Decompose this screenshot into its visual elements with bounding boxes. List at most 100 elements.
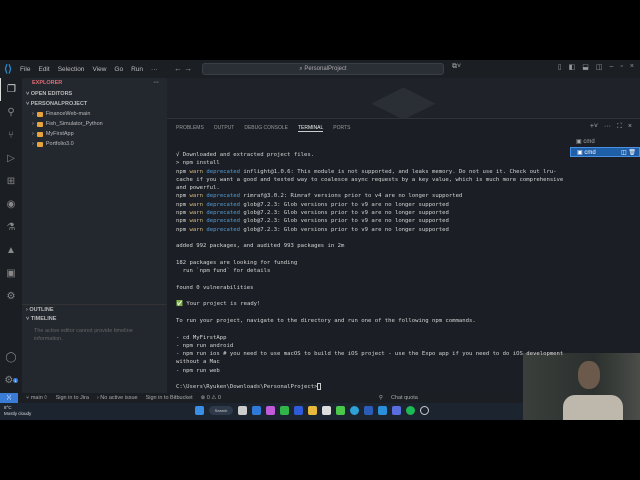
tab-debug-console[interactable]: DEBUG CONSOLE [244,125,288,131]
app-icon[interactable] [322,406,331,415]
deprecated: deprecated [206,201,241,208]
issue-item[interactable]: › No active issue [97,395,138,401]
weather-widget[interactable]: 8°C Mostly cloudy [4,405,31,417]
account-icon[interactable]: ◯ [0,346,22,369]
app-icon[interactable] [280,406,289,415]
issue-label: No active issue [100,395,138,401]
menu-edit[interactable]: Edit [34,66,53,73]
deploy-icon[interactable]: ▲ [0,239,22,262]
minimize-icon[interactable]: – [610,63,614,71]
timeline-label: TIMELINE [30,316,57,322]
explorer-icon[interactable]: ❐ [0,78,22,101]
word-icon[interactable] [364,406,373,415]
npm: npm [176,218,190,225]
taskbar-search[interactable]: Search [209,406,233,415]
spotify-icon[interactable] [406,406,415,415]
term-line: 182 packages are looking for funding [176,259,298,266]
warn-text: rimraf@3.0.2: Rimraf versions prior to v… [240,193,463,200]
toggle-panel-icon[interactable]: ⬓ [582,63,589,71]
problems-item[interactable]: ⊗ 0 ⚠ 0 [201,395,221,401]
deprecated: deprecated [206,226,241,233]
warn: warn [189,168,203,175]
deprecated: deprecated [206,218,241,225]
menu-go[interactable]: Go [110,66,127,73]
chat-quota-item[interactable]: Chat quota [391,395,418,401]
copilot-icon[interactable]: ⧉˅ [452,63,461,71]
project-section[interactable]: ˅ PERSONALPROJECT [22,99,167,109]
terminal-output[interactable]: √ Downloaded and extracted project files… [176,151,568,392]
testing-icon[interactable]: ⚗ [0,216,22,239]
copilot-app-icon[interactable] [266,406,275,415]
menu-selection[interactable]: Selection [54,66,89,73]
activity-bar: ❐ ⚲ ⑂ ▷ ⊞ ◉ ⚗ ▲ ▣ ⚙ ◯ ⚙ 1 [0,78,22,393]
extensions-icon[interactable]: ⊞ [0,170,22,193]
layout-icon[interactable]: ▯ [558,63,562,71]
outline-section[interactable]: › OUTLINE [22,304,167,314]
maximize-panel-icon[interactable]: ⛶ [617,123,622,131]
warn: warn [189,210,203,217]
command-center-search[interactable]: ⌕ PersonalProject [202,63,444,75]
settings-gear-icon[interactable]: ⚙ 1 [0,369,22,392]
extension-icon[interactable]: ⚙ [0,285,22,308]
search-icon[interactable]: ⚲ [0,101,22,124]
windows-start-icon[interactable] [195,406,204,415]
deprecated: deprecated [206,193,241,200]
branch-item[interactable]: ⑂ main ⟳ [26,395,48,401]
jira-item[interactable]: Sign in to Jira [56,395,89,401]
toggle-sidebar-icon[interactable]: ◧ [569,63,576,71]
app-icon[interactable] [336,406,345,415]
tab-problems[interactable]: PROBLEMS [176,125,204,131]
toggle-secondary-icon[interactable]: ◫ [596,63,603,71]
terminal-tab-selected[interactable]: ▣ cmd ◫ 🗑 [570,147,640,157]
remote-icon[interactable]: ⟩⟨ [0,393,18,403]
deprecated: deprecated [206,168,241,175]
menu-run[interactable]: Run [127,66,147,73]
folder-item[interactable]: › FinanceWeb-main [22,109,167,119]
menu-view[interactable]: View [88,66,110,73]
more-actions-icon[interactable]: ··· [154,78,160,89]
vscode-taskbar-icon[interactable] [378,406,387,415]
open-editors-section[interactable]: ˅ OPEN EDITORS [22,89,167,99]
term-line: ✅ Your project is ready! [176,301,261,308]
source-control-icon[interactable]: ⑂ [0,124,22,147]
person-face [578,361,600,389]
tab-terminal[interactable]: TERMINAL [297,125,324,132]
close-panel-icon[interactable]: × [628,123,632,131]
zoom-icon[interactable]: ⚲ [379,395,383,401]
nav-arrows[interactable]: ← → [174,64,192,73]
folder-item[interactable]: › Fish_Simulator_Python [22,119,167,129]
terminal-tab[interactable]: ▣ cmd [570,137,640,147]
app-icon[interactable] [392,406,401,415]
close-icon[interactable]: × [630,63,634,71]
bitbucket-item[interactable]: Sign in to Bitbucket [146,395,193,401]
warn-line: npm warn deprecated glob@7.2.3: Glob ver… [176,201,568,209]
npm: npm [176,193,190,200]
timeline-section[interactable]: ˅ TIMELINE [22,314,167,324]
tab-output[interactable]: OUTPUT [214,125,235,131]
deprecated: deprecated [206,210,241,217]
editor-area: ◀▶ [167,78,640,123]
edge-icon[interactable] [350,406,359,415]
github-icon[interactable] [420,406,429,415]
task-view-icon[interactable] [238,406,247,415]
open-editors-label: OPEN EDITORS [30,91,73,97]
new-terminal-icon[interactable]: +˅ [590,123,598,131]
tab-ports[interactable]: PORTS [333,125,350,131]
folder-item[interactable]: › MyFirstApp [22,129,167,139]
app-icon[interactable] [294,406,303,415]
more-icon[interactable]: ··· [604,123,611,131]
maximize-icon[interactable]: ▫ [620,63,622,71]
remote-icon[interactable]: ◉ [0,193,22,216]
temperature: 8°C [4,405,12,410]
run-debug-icon[interactable]: ▷ [0,147,22,170]
split-trash-icons[interactable]: ◫ 🗑 [621,148,636,158]
menu-more[interactable]: ··· [147,66,162,73]
file-explorer-icon[interactable] [308,406,317,415]
app-icon[interactable] [252,406,261,415]
folder-item[interactable]: › Portfolio3.0 [22,139,167,149]
menu-file[interactable]: File [16,66,34,73]
docker-icon[interactable]: ▣ [0,262,22,285]
